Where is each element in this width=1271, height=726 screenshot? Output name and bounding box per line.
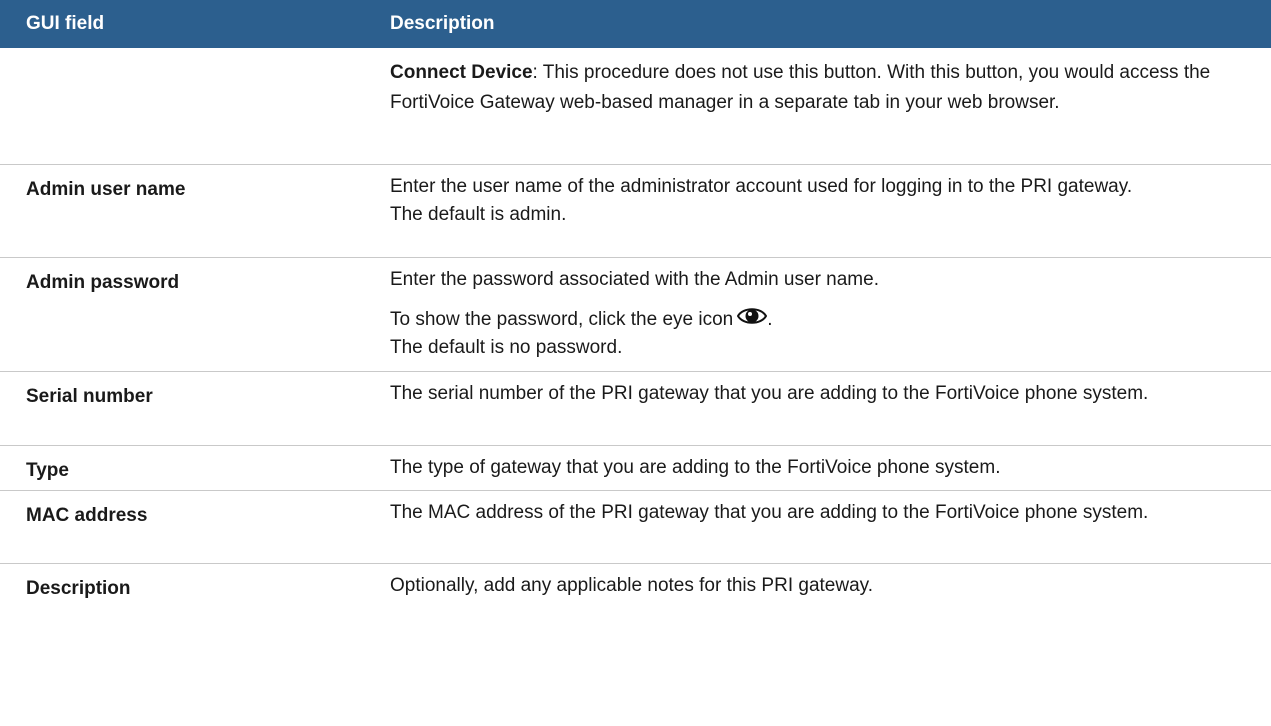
connect-device-label: Connect Device xyxy=(390,62,533,83)
gui-field-table: GUI field Description Connect Device: Th… xyxy=(0,0,1271,609)
eye-icon xyxy=(737,305,768,327)
description-line: To show the password, click the eye icon… xyxy=(390,305,1251,333)
field-description: The serial number of the PRI gateway tha… xyxy=(390,383,1149,404)
field-name xyxy=(0,48,384,164)
field-name: MAC address xyxy=(26,505,148,526)
description-line: Connect Device: This procedure does not … xyxy=(390,58,1251,118)
table-header: GUI field Description xyxy=(0,0,1271,48)
field-description: The type of gateway that you are adding … xyxy=(390,457,1001,478)
field-description: Enter the password associated with the A… xyxy=(384,258,1271,371)
header-gui-field: GUI field xyxy=(26,13,105,34)
field-name: Type xyxy=(26,460,69,481)
table-row-serial-number: Serial number The serial number of the P… xyxy=(0,372,1271,446)
field-name: Description xyxy=(26,578,131,599)
description-line: Enter the user name of the administrator… xyxy=(390,176,1133,197)
table-row-type: Type The type of gateway that you are ad… xyxy=(0,446,1271,491)
table-row-description: Description Optionally, add any applicab… xyxy=(0,564,1271,609)
description-line: Enter the password associated with the A… xyxy=(390,269,879,290)
eye-instruction-text: To show the password, click the eye icon xyxy=(390,309,734,330)
field-name: Serial number xyxy=(26,386,153,407)
field-description: Enter the user name of the administrator… xyxy=(384,165,1271,257)
table-row-connect-device: Connect Device: This procedure does not … xyxy=(0,48,1271,165)
header-description: Description xyxy=(390,13,495,34)
field-description: The MAC address of the PRI gateway that … xyxy=(390,502,1149,523)
table-row-mac-address: MAC address The MAC address of the PRI g… xyxy=(0,491,1271,564)
table-row-admin-password: Admin password Enter the password associ… xyxy=(0,258,1271,372)
description-line: The default is admin. xyxy=(390,204,567,225)
description-line: The default is no password. xyxy=(390,337,623,358)
field-description: Connect Device: This procedure does not … xyxy=(384,48,1271,164)
field-name: Admin password xyxy=(26,272,180,293)
table-row-admin-user-name: Admin user name Enter the user name of t… xyxy=(0,165,1271,258)
field-description: Optionally, add any applicable notes for… xyxy=(390,575,874,596)
field-name: Admin user name xyxy=(26,179,186,200)
